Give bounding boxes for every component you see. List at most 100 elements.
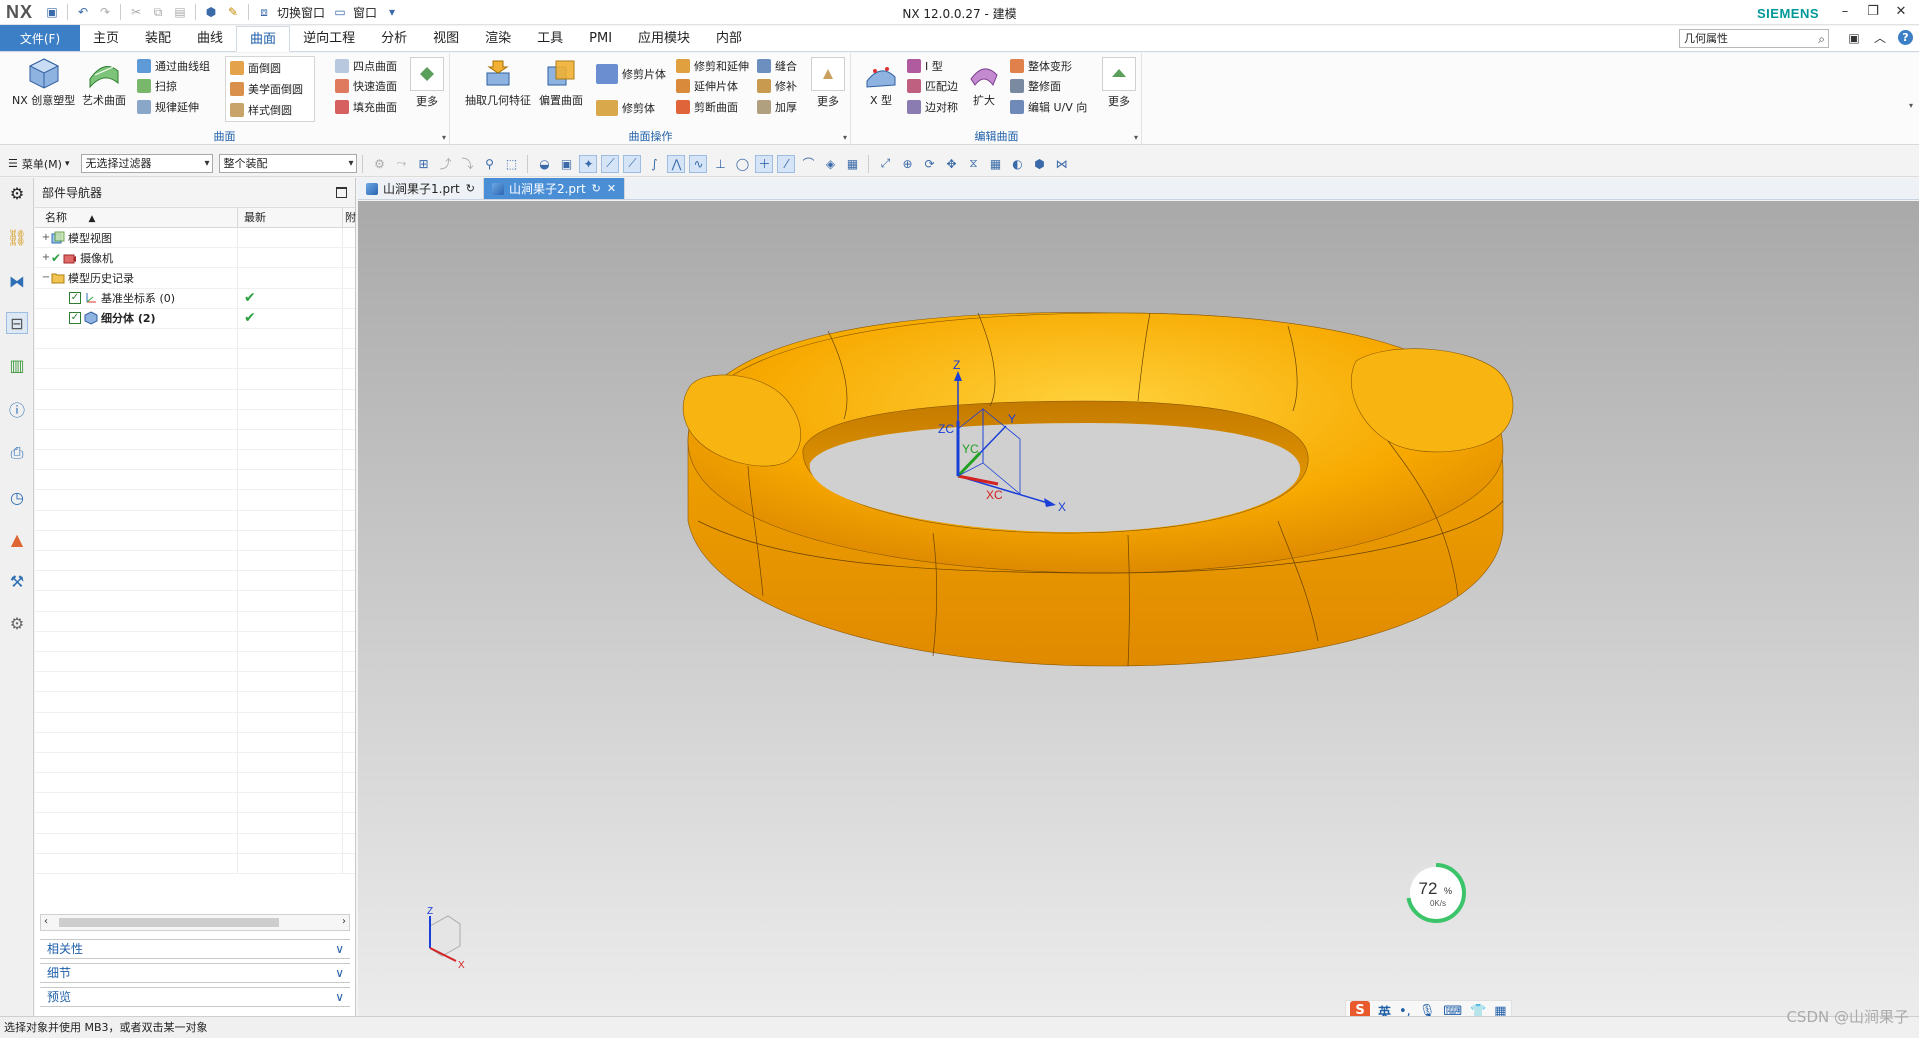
rectangle-select-icon[interactable]: ⬚ — [502, 155, 520, 173]
maximize-icon[interactable] — [336, 187, 347, 198]
edit-uv-direction-button[interactable]: 编辑 U/V 向 — [1010, 98, 1087, 116]
paste-icon[interactable]: ▤ — [172, 4, 188, 20]
group-expand-icon[interactable]: ▾ — [843, 133, 847, 142]
tab-tools[interactable]: 工具 — [524, 27, 576, 51]
copy-icon[interactable]: ⧉ — [150, 4, 166, 20]
edit-surface-more-button[interactable]: 更多 — [1102, 57, 1136, 109]
tab-view[interactable]: 视图 — [420, 27, 472, 51]
rotate-view-icon[interactable]: ⟳ — [920, 155, 938, 173]
curve-snap-icon[interactable]: ∿ — [689, 154, 708, 173]
column-latest-header[interactable]: 最新 — [238, 208, 343, 227]
select-body-icon[interactable]: ▣ — [557, 155, 575, 173]
select-vertex-icon[interactable]: ✦ — [579, 154, 598, 173]
visibility-checkbox[interactable]: ✓ — [69, 292, 81, 305]
edge-symmetry-button[interactable]: 边对称 — [907, 98, 958, 116]
tree-row-model-views[interactable]: + 模型视图 — [35, 228, 355, 249]
part-navigator-icon[interactable]: ⊟ — [6, 312, 28, 334]
divide-face-button[interactable]: 剪断曲面 — [676, 98, 738, 116]
horizontal-scrollbar[interactable]: ‹ › — [40, 914, 350, 931]
snap-icon[interactable]: ⤴ — [436, 155, 454, 173]
view-orientation-icon[interactable]: ▦ — [986, 155, 1004, 173]
reuse-library-icon[interactable]: ▥ — [6, 354, 28, 376]
sew-button[interactable]: 缝合 — [757, 57, 797, 75]
group-expand-icon[interactable]: ▾ — [1134, 133, 1138, 142]
select-object-icon[interactable]: ⚲ — [480, 155, 498, 173]
document-tab-1[interactable]: 山涧果子1.prt ↻ — [358, 178, 484, 199]
constraint-navigator-icon[interactable]: ⧓ — [6, 270, 28, 292]
tab-pmi[interactable]: PMI — [576, 27, 625, 51]
view-triad[interactable]: Z X — [418, 906, 478, 976]
i-form-button[interactable]: I 型 — [907, 57, 943, 75]
panel-details[interactable]: 细节 ∨ — [40, 963, 350, 983]
select-assembly-icon[interactable]: ⤳ — [392, 155, 410, 173]
switch-window-button[interactable]: 切换窗口 — [277, 4, 325, 21]
four-point-surface-button[interactable]: 四点曲面 — [335, 57, 397, 75]
fit-view-icon[interactable]: ⤢ — [876, 155, 894, 173]
pan-icon[interactable]: ✥ — [942, 155, 960, 173]
line-snap-icon[interactable]: ⁄ — [777, 154, 796, 173]
nx-realize-shape-button[interactable]: NX 创意塑型 — [12, 57, 75, 108]
system-materials-icon[interactable]: ▲ — [6, 528, 28, 550]
select-filter-icon[interactable]: ⊞ — [414, 155, 432, 173]
model-scene[interactable]: Z ZC YC Y XC X — [358, 201, 1919, 1016]
restore-button[interactable]: ❐ — [1859, 2, 1887, 22]
search-icon[interactable]: ⌕ — [1818, 31, 1825, 48]
repeat-command-icon[interactable]: ⬢ — [203, 4, 219, 20]
tree-row-cameras[interactable]: + ✔ 摄像机 — [35, 248, 355, 269]
face-snap-icon[interactable]: ◈ — [821, 155, 839, 173]
gear-icon[interactable]: ⚙ — [6, 182, 28, 204]
select-edge-icon[interactable]: ⟋ — [601, 154, 620, 173]
select-face-icon[interactable]: ◒ — [535, 155, 553, 173]
tab-internal[interactable]: 内部 — [703, 27, 755, 51]
studio-surface-button[interactable]: 艺术曲面 — [82, 57, 126, 108]
hd3d-tools-icon[interactable]: ⓘ — [6, 398, 28, 420]
tree-row-model-history[interactable]: − 模型历史记录 — [35, 268, 355, 289]
extend-sheet-button[interactable]: 延伸片体 — [676, 77, 738, 95]
tab-surface[interactable]: 曲面 — [236, 26, 291, 52]
redo-icon[interactable]: ↷ — [97, 4, 113, 20]
point-snap-icon[interactable]: ＋ — [755, 154, 774, 173]
perpendicular-icon[interactable]: ⊥ — [711, 155, 729, 173]
scrollbar-thumb[interactable] — [59, 918, 279, 927]
tab-home[interactable]: 主页 — [80, 27, 132, 51]
extract-geometry-button[interactable]: 抽取几何特征 — [465, 57, 531, 108]
tab-file[interactable]: 文件(F) — [0, 25, 80, 51]
law-extension-button[interactable]: 规律延伸 — [137, 98, 199, 116]
type-filter-select[interactable]: 无选择过滤器 — [81, 154, 214, 173]
panel-preview[interactable]: 预览 ∨ — [40, 987, 350, 1007]
tab-assembly[interactable]: 装配 — [132, 27, 184, 51]
visibility-checkbox[interactable]: ✓ — [69, 312, 81, 325]
graphics-window[interactable]: Z ZC YC Y XC X Z X 72 % 0K/s — [358, 201, 1919, 1016]
grid-snap-icon[interactable]: ▦ — [843, 155, 861, 173]
face-blend-button[interactable]: 面倒圆 — [230, 59, 281, 77]
section-view-icon[interactable]: ⋈ — [1052, 155, 1070, 173]
rapid-surfacing-button[interactable]: 快速造面 — [335, 77, 397, 95]
cut-icon[interactable]: ✂ — [128, 4, 144, 20]
network-speed-widget[interactable]: 72 % 0K/s — [1404, 861, 1468, 925]
undo-icon[interactable]: ↶ — [75, 4, 91, 20]
panel-dependencies[interactable]: 相关性 ∨ — [40, 939, 350, 959]
offset-surface-button[interactable]: 偏置曲面 — [539, 57, 583, 108]
collapse-ribbon-icon[interactable]: ︿ — [1872, 30, 1888, 46]
command-search-input[interactable]: 几何属性 ⌕ — [1679, 29, 1829, 48]
fill-surface-button[interactable]: 填充曲面 — [335, 98, 397, 116]
display-body-icon[interactable]: ⬢ — [1030, 155, 1048, 173]
collapse-icon[interactable]: − — [41, 272, 51, 283]
aesthetic-face-blend-button[interactable]: 美学面倒圆 — [230, 80, 303, 98]
close-tab-icon[interactable]: ✕ — [607, 182, 616, 195]
refit-face-button[interactable]: 整修面 — [1010, 77, 1061, 95]
group-expand-icon[interactable]: ▾ — [442, 133, 446, 142]
window-menu-button[interactable]: 窗口 — [353, 4, 377, 21]
trim-and-extend-button[interactable]: 修剪和延伸 — [676, 57, 749, 75]
minimize-button[interactable]: – — [1831, 2, 1859, 22]
perspective-icon[interactable]: ⧖ — [964, 155, 982, 173]
column-name-header[interactable]: 名称 ▲ — [35, 208, 238, 227]
tab-analysis[interactable]: 分析 — [368, 27, 420, 51]
web-browser-icon[interactable]: ⎙ — [6, 442, 28, 464]
process-studio-icon[interactable]: ⚒ — [6, 570, 28, 592]
spline-icon[interactable]: ∫ — [645, 155, 663, 173]
roles-icon[interactable]: ⚙ — [6, 612, 28, 634]
main-menu-button[interactable]: ☰ 菜单(M) ▾ — [0, 156, 75, 172]
customize-qa-icon[interactable]: ▾ — [384, 4, 400, 20]
enlarge-button[interactable]: 扩大 — [967, 57, 1001, 108]
